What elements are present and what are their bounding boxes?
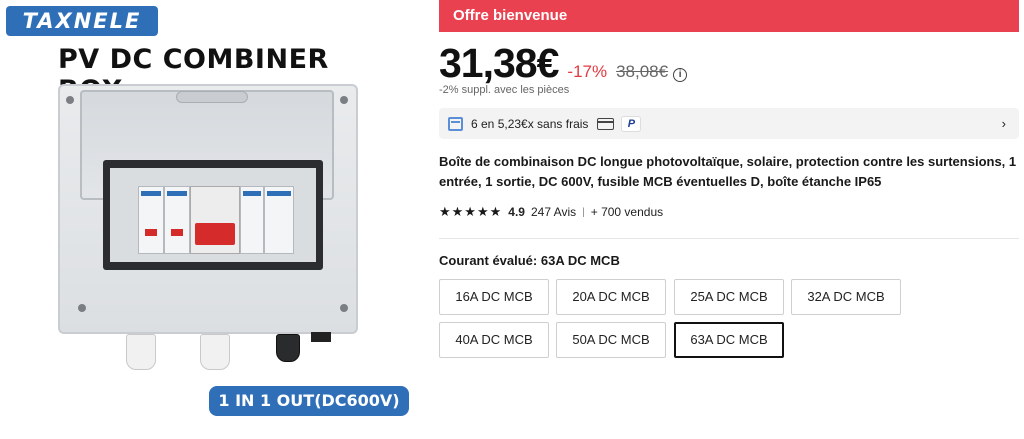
extra-discount: -2% suppl. avec les pièces [439, 84, 570, 96]
fuse-module [164, 186, 190, 254]
option-20a-dc-mcb[interactable]: 20A DC MCB [556, 279, 666, 315]
brand-logo: TAXNELE [6, 6, 158, 36]
earth-connector [311, 332, 331, 342]
surge-module [264, 186, 294, 254]
chevron-right-icon[interactable]: › [1002, 116, 1006, 131]
installments-text: 6 en 5,23€x sans frais [471, 116, 589, 131]
divider [439, 238, 1019, 239]
lid-latch [176, 91, 248, 103]
product-title: Boîte de combinaison DC longue photovolt… [439, 154, 1017, 189]
option-40a-dc-mcb[interactable]: 40A DC MCB [439, 322, 549, 358]
separator: | [582, 206, 585, 218]
vent-plug [276, 334, 300, 362]
paypal-icon: P [621, 115, 642, 132]
calendar-icon [448, 116, 463, 131]
screw-icon [78, 304, 86, 312]
cable-gland [126, 334, 156, 370]
image-caption: 1 IN 1 OUT(DC600V) [209, 386, 409, 416]
option-25a-dc-mcb[interactable]: 25A DC MCB [674, 279, 784, 315]
price-row: 31,38€ -17% 38,08€ i [439, 40, 688, 88]
cable-gland [200, 334, 230, 370]
current-price: 31,38€ [439, 40, 559, 86]
installments-bar[interactable]: 6 en 5,23€x sans frais P › [439, 108, 1019, 139]
screw-icon [66, 96, 74, 104]
rating-value: 4.9 [508, 205, 525, 219]
review-count[interactable]: 247 Avis [531, 205, 576, 219]
option-32a-dc-mcb[interactable]: 32A DC MCB [791, 279, 901, 315]
surge-module [240, 186, 264, 254]
original-price: 38,08€ [616, 62, 669, 81]
sold-count: + 700 vendus [590, 205, 664, 219]
star-rating-icon: ★★★★★ [439, 204, 503, 219]
welcome-offer-banner[interactable]: Offre bienvenue [439, 0, 1019, 32]
screw-icon [340, 96, 348, 104]
card-icon [597, 117, 615, 130]
option-50a-dc-mcb[interactable]: 50A DC MCB [556, 322, 666, 358]
option-16a-dc-mcb[interactable]: 16A DC MCB [439, 279, 549, 315]
dc-breaker [190, 186, 240, 254]
product-image[interactable]: TAXNELE PV DC COMBINER BOX 1 IN 1 OUT(DC… [0, 0, 425, 439]
option-63a-dc-mcb[interactable]: 63A DC MCB [674, 322, 784, 358]
info-icon[interactable]: i [673, 68, 688, 82]
rating-row[interactable]: ★★★★★ 4.9 247 Avis | + 700 vendus [439, 204, 663, 220]
fuse-module [138, 186, 164, 254]
screw-icon [340, 304, 348, 312]
variant-label: Courant évalué: 63A DC MCB [439, 253, 620, 268]
discount-percent: -17% [567, 62, 608, 81]
